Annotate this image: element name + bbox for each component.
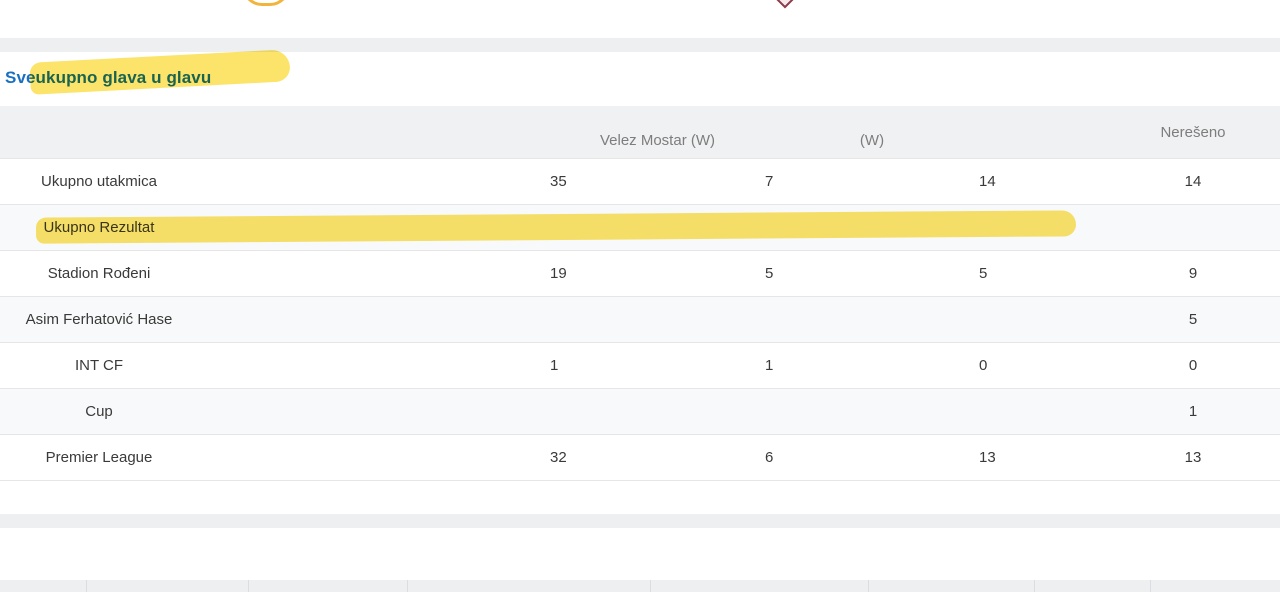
team-logo-home	[242, 0, 290, 6]
stat-value: 0	[550, 388, 773, 435]
stat-value: 0	[979, 342, 1280, 389]
stat-value: 44	[765, 204, 996, 251]
stat-value: 6	[550, 434, 773, 481]
stats-table: UkupnoFK Velez Mostar (W)Sarajevo (W)Ner…	[0, 106, 1280, 481]
stat-value	[979, 204, 1280, 251]
stat-value: 5	[765, 250, 987, 297]
stat-value: 14	[979, 158, 1280, 205]
stat-value: 9	[979, 250, 1280, 297]
table-row: Stadion Rođeni 19 5 5 9	[0, 250, 1280, 297]
team-logo-away	[776, 0, 794, 9]
stat-value: 35	[198, 158, 567, 205]
stat-value: 1	[765, 388, 987, 435]
stat-value: 9	[765, 296, 987, 343]
table-header-row: UkupnoFK Velez Mostar (W)Sarajevo (W)Ner…	[0, 106, 1280, 159]
stat-value: 19	[198, 250, 567, 297]
row-label: INT CF	[0, 342, 198, 389]
stat-value: 5	[979, 296, 1280, 343]
stat-value: 13	[765, 434, 996, 481]
row-label: Ukupno utakmica	[0, 158, 198, 205]
row-label: Premier League	[0, 434, 198, 481]
column-header: Ukupno	[198, 106, 602, 159]
row-label: Stadion Rođeni	[0, 250, 198, 297]
stat-value: 1	[550, 342, 773, 389]
stat-value: 16	[198, 296, 567, 343]
stat-value: 2	[550, 296, 773, 343]
next-section-strip	[0, 580, 1280, 592]
page: Sveukupno glava u glavu UkupnoFK Velez M…	[0, 0, 1280, 592]
stat-value: 33	[550, 204, 782, 251]
section-divider-bottom	[0, 514, 1280, 528]
stat-value: 2	[198, 388, 558, 435]
stat-value: 13	[979, 434, 1280, 481]
stat-value: 5	[550, 250, 773, 297]
column-header	[0, 106, 198, 159]
table-row: INT CF 1 1 0 0	[0, 342, 1280, 389]
section-title: Sveukupno glava u glavu	[5, 68, 212, 87]
row-label: Ukupno Rezultat	[0, 204, 198, 251]
stat-value: 77	[198, 204, 567, 251]
row-label: Cup	[0, 388, 198, 435]
stat-value: 7	[550, 158, 773, 205]
table-row: Ukupno utakmica 35 7 14 14	[0, 158, 1280, 205]
stat-value: 0	[765, 342, 987, 389]
team-logos-strip	[0, 0, 1280, 38]
column-header: Sarajevo (W)	[765, 106, 1038, 159]
stat-value: 1	[198, 342, 558, 389]
table-row: Premier League 32 6 13 13	[0, 434, 1280, 481]
stat-value: 1	[979, 388, 1280, 435]
column-header: Nerešeno	[979, 106, 1280, 159]
table-row: Asim Ferhatović Hase16295	[0, 296, 1280, 343]
stat-value: 32	[198, 434, 567, 481]
column-header: FK Velez Mostar (W)	[550, 106, 784, 159]
table-row: Cup2011	[0, 388, 1280, 435]
stat-value: 14	[765, 158, 996, 205]
section-divider	[0, 38, 1280, 52]
table-row: Ukupno Rezultat773344	[0, 204, 1280, 251]
row-label: Asim Ferhatović Hase	[0, 296, 198, 343]
